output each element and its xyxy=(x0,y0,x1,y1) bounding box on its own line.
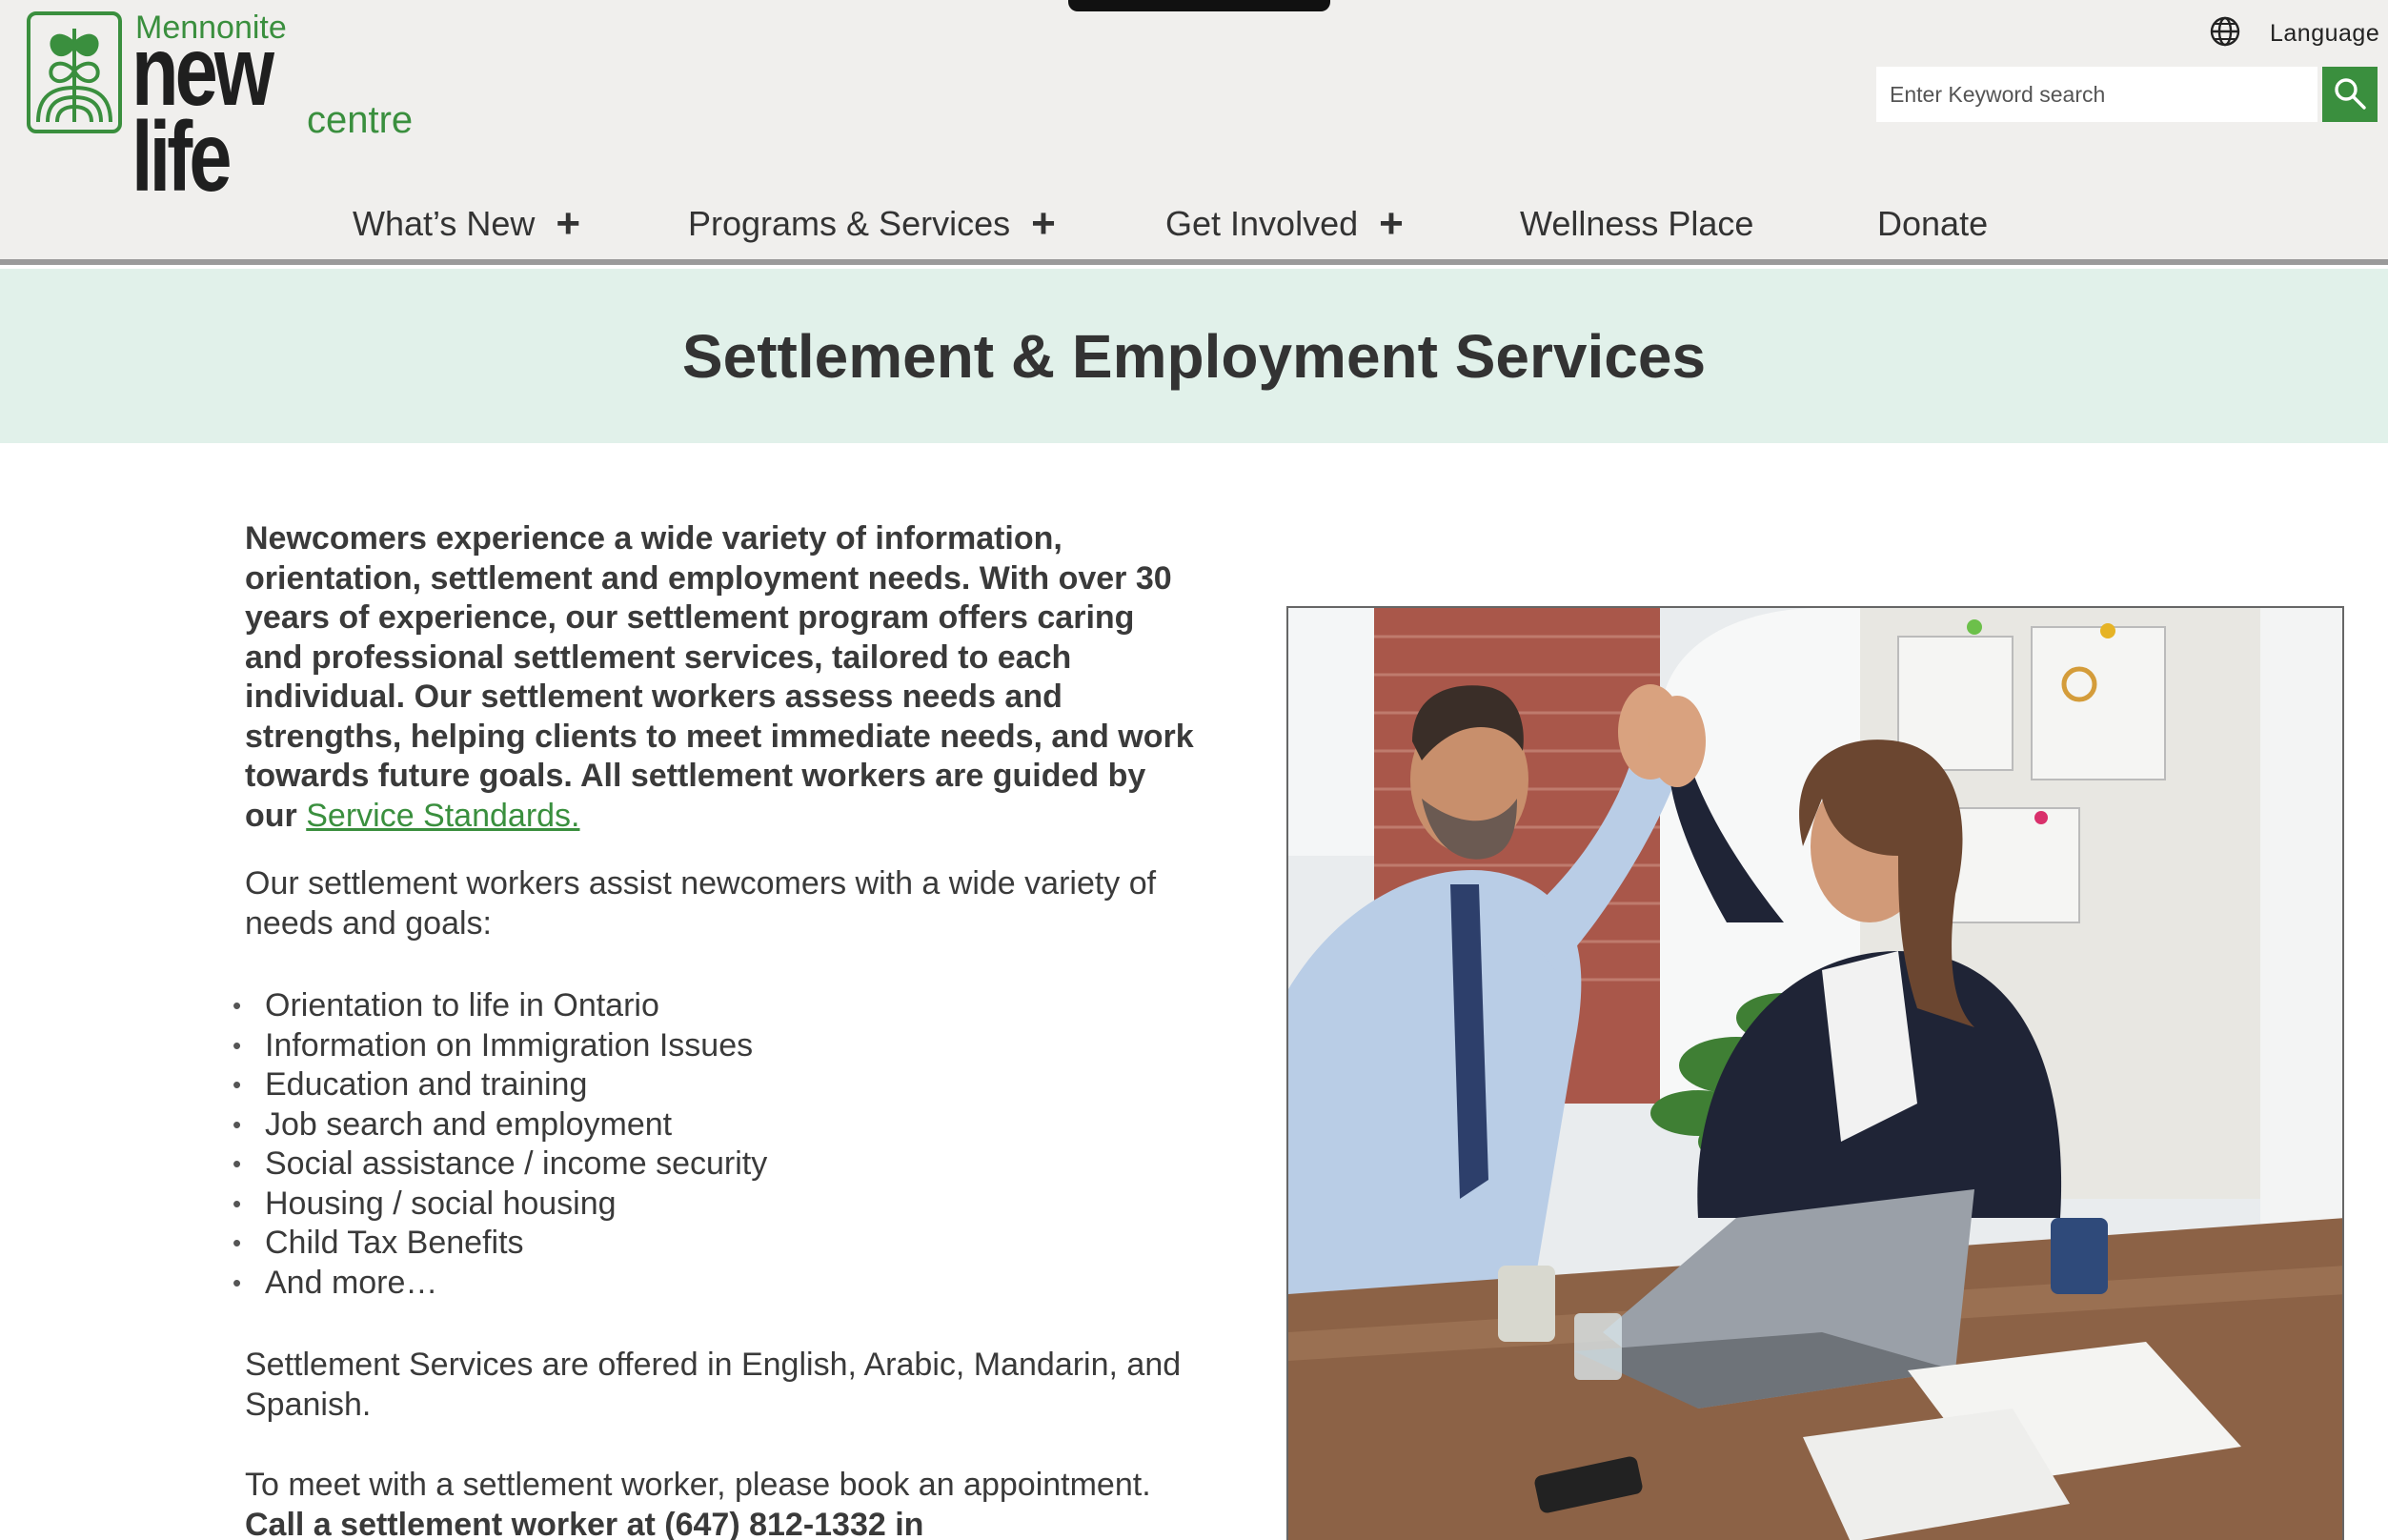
language-label: Language xyxy=(2270,20,2380,47)
list-item: Education and training xyxy=(233,1065,1198,1105)
site-logo[interactable]: Mennonite new life centre xyxy=(27,11,421,207)
search-button[interactable] xyxy=(2322,67,2378,122)
nav-item-programs-services[interactable]: Programs & Services + xyxy=(688,195,1056,253)
assist-paragraph: Our settlement workers assist newcomers … xyxy=(245,865,1157,942)
nav-item-label: Wellness Place xyxy=(1520,204,1754,243)
nav-item-whats-new[interactable]: What’s New + xyxy=(353,195,580,253)
main-content: Newcomers experience a wide variety of i… xyxy=(233,519,1198,1540)
list-item: Housing / social housing xyxy=(233,1185,1198,1225)
globe-icon xyxy=(2209,15,2241,52)
nav-item-label: Programs & Services xyxy=(688,204,1011,243)
tree-logo-icon xyxy=(27,11,122,133)
list-item: Social assistance / income security xyxy=(233,1145,1198,1185)
nav-item-label: Donate xyxy=(1877,204,1989,243)
booking-paragraph: To meet with a settlement worker, please… xyxy=(245,1466,1198,1540)
languages-paragraph: Settlement Services are offered in Engli… xyxy=(245,1347,1182,1423)
nav-item-wellness-place[interactable]: Wellness Place xyxy=(1520,195,1753,253)
keyword-search-input[interactable] xyxy=(1876,67,2317,122)
plus-icon[interactable]: + xyxy=(556,203,580,245)
site-header: Mennonite new life centre Language Enter… xyxy=(0,0,2388,265)
logo-wordmark: Mennonite new life centre xyxy=(132,11,421,207)
list-item: Job search and employment xyxy=(233,1105,1198,1145)
nav-item-get-involved[interactable]: Get Involved + xyxy=(1165,195,1404,253)
office-high-five-photo xyxy=(1286,606,2344,1540)
intro-paragraph: Newcomers experience a wide variety of i… xyxy=(245,519,1198,836)
booking-text: To meet with a settlement worker, please… xyxy=(245,1467,1151,1503)
logo-text-centre: centre xyxy=(307,99,414,141)
list-item: Information on Immigration Issues xyxy=(233,1026,1198,1066)
booking-phone-text: Call a settlement worker at (647) 812-13… xyxy=(245,1506,924,1540)
nav-item-donate[interactable]: Donate xyxy=(1877,195,1988,253)
page-title: Settlement & Employment Services xyxy=(681,321,1707,391)
plus-icon[interactable]: + xyxy=(1031,203,1056,245)
intro-text: Newcomers experience a wide variety of i… xyxy=(245,520,1194,834)
needs-list: Orientation to life in Ontario Informati… xyxy=(233,986,1198,1304)
page-title-banner: Settlement & Employment Services xyxy=(0,269,2388,443)
service-standards-link[interactable]: Service Standards. xyxy=(306,798,579,834)
list-item: Orientation to life in Ontario xyxy=(233,986,1198,1026)
main-navigation: What’s New + Programs & Services + Get I… xyxy=(0,195,2388,253)
list-item: And more… xyxy=(233,1264,1198,1304)
list-item: Child Tax Benefits xyxy=(233,1224,1198,1264)
language-selector[interactable]: Language xyxy=(2209,15,2379,52)
camera-notch xyxy=(1068,0,1330,11)
nav-item-label: What’s New xyxy=(353,204,536,243)
search-icon xyxy=(2333,76,2367,113)
plus-icon[interactable]: + xyxy=(1379,203,1404,245)
nav-item-label: Get Involved xyxy=(1165,204,1359,243)
